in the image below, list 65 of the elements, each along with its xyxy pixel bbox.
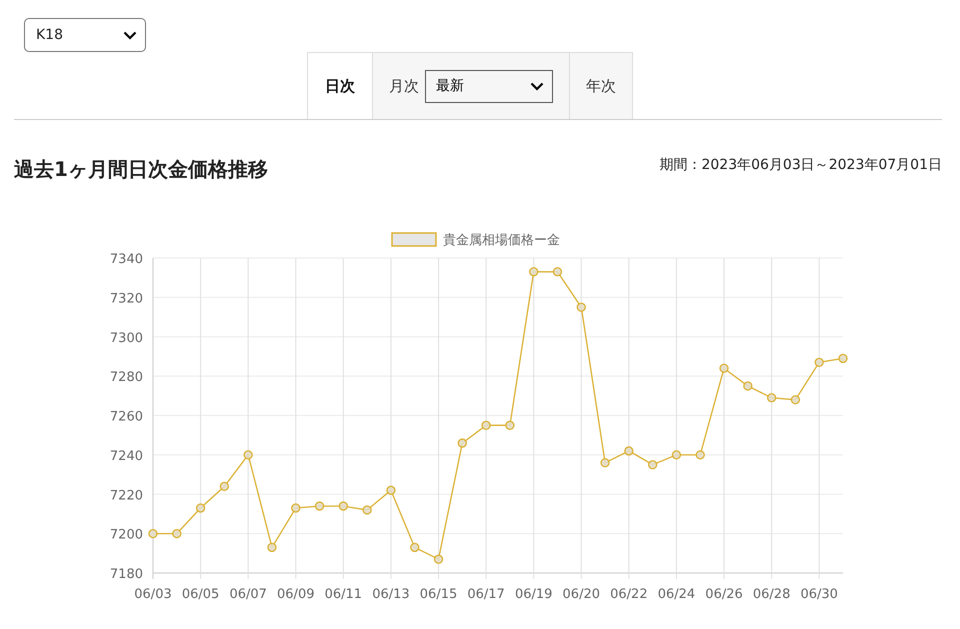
- axis-label: 7240: [110, 448, 143, 464]
- month-select[interactable]: 最新: [425, 70, 553, 102]
- data-point: [648, 460, 658, 470]
- data-point: [244, 450, 253, 460]
- data-point: [719, 364, 729, 373]
- axis-label: 7340: [110, 252, 143, 267]
- axis-label: 06/19: [514, 587, 552, 602]
- data-point: [458, 438, 467, 448]
- period-tab[interactable]: 月次 最新: [372, 52, 570, 119]
- data-point: [481, 420, 491, 430]
- axis-label: 06/03: [134, 587, 172, 602]
- data-point: [696, 450, 705, 460]
- axis-label: 06/20: [562, 587, 600, 602]
- axis-label: 06/30: [800, 587, 838, 602]
- caret-icon: [123, 30, 137, 40]
- data-point: [576, 302, 586, 312]
- axis-label: 06/28: [752, 587, 790, 602]
- data-point: [624, 446, 634, 456]
- data-point: [838, 354, 848, 364]
- axis-label: 06/26: [705, 587, 743, 602]
- data-point: [196, 503, 206, 513]
- axis-label: 06/07: [229, 587, 267, 602]
- axis-label: 7260: [110, 410, 143, 424]
- axis-label: 06/09: [277, 587, 314, 602]
- data-point: [410, 542, 420, 552]
- data-point: [552, 267, 562, 276]
- data-point: [338, 501, 348, 511]
- axis-label: 7180: [110, 567, 143, 582]
- period-tab[interactable]: 年次: [569, 52, 633, 119]
- data-point: [505, 420, 515, 430]
- axis-label: 06/13: [372, 587, 410, 602]
- data-point: [220, 482, 230, 492]
- axis-label: 7300: [110, 330, 143, 346]
- data-point: [291, 503, 300, 513]
- axis-label: 06/05: [182, 587, 220, 602]
- axis-label: 06/15: [420, 587, 458, 602]
- data-point: [148, 528, 158, 538]
- axis-label: 06/11: [324, 587, 362, 602]
- metal-select[interactable]: K18: [24, 18, 146, 52]
- data-point: [814, 358, 824, 367]
- axis-label: 7220: [110, 488, 143, 504]
- axis-label: 7280: [110, 370, 143, 386]
- axis-label: 06/22: [610, 587, 648, 602]
- data-point: [386, 486, 396, 495]
- legend-swatch: [391, 232, 437, 247]
- data-point: [529, 267, 538, 276]
- data-point: [172, 528, 182, 538]
- data-point: [672, 450, 682, 460]
- caret-icon: [530, 82, 544, 90]
- data-point: [600, 458, 610, 468]
- axis-label: 06/24: [658, 587, 696, 602]
- data-point: [267, 542, 277, 552]
- data-point: [790, 395, 800, 404]
- period-tab[interactable]: 日次: [307, 52, 373, 119]
- chart-title: 過去1ヶ月間日次金価格推移: [14, 156, 268, 183]
- period-text: 期間：2023年06月03日～2023年07月01日: [659, 156, 942, 174]
- data-point: [743, 381, 752, 391]
- axis-label: 06/17: [467, 587, 505, 602]
- axis-label: 7200: [110, 528, 143, 543]
- axis-label: 7320: [110, 291, 143, 306]
- data-point: [434, 554, 444, 564]
- data-point: [362, 505, 372, 515]
- legend-label: 貴金属相場価格ー金: [443, 233, 560, 248]
- data-point: [314, 501, 324, 511]
- data-point: [766, 393, 776, 402]
